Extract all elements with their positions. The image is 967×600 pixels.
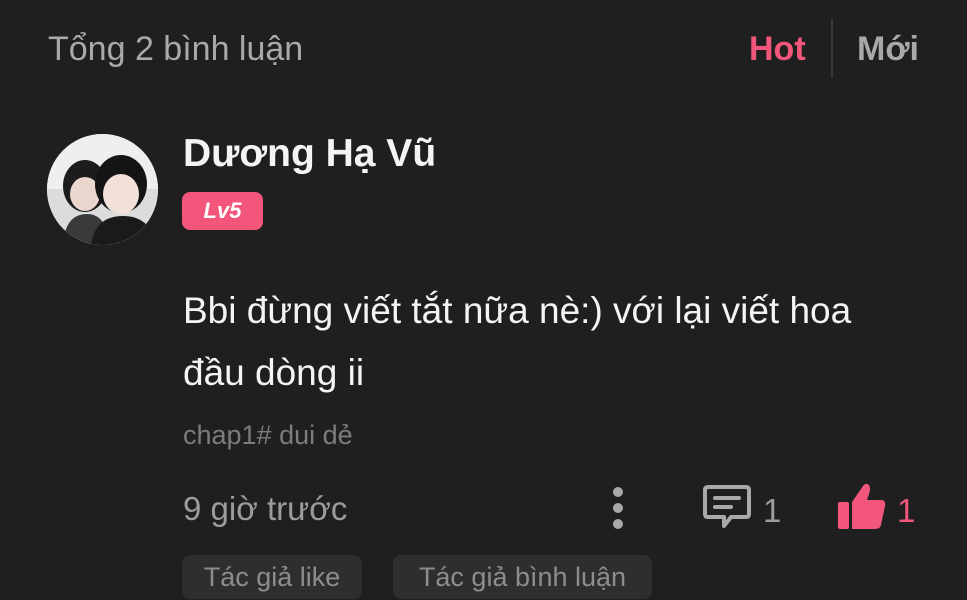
comment-body: Bbi đừng viết tắt nữa nè:) với lại viết … <box>183 290 852 393</box>
comment-username[interactable]: Dương Hạ Vũ <box>183 132 436 176</box>
comments-header: Tổng 2 bình luận Hot Mới <box>0 0 967 102</box>
reply-count: 1 <box>763 492 782 529</box>
sort-new-tab[interactable]: Mới <box>857 30 919 69</box>
avatar-image <box>47 134 158 245</box>
comment-timestamp: 9 giờ trước <box>183 490 348 527</box>
comment-section: Tổng 2 bình luận Hot Mới Dương Hạ Vũ Lv5… <box>0 0 967 600</box>
more-vertical-icon[interactable] <box>600 484 636 532</box>
avatar[interactable] <box>47 134 158 245</box>
total-comments-label: Tổng 2 bình luận <box>48 30 304 68</box>
comment-bubble-icon[interactable] <box>702 483 752 531</box>
level-badge: Lv5 <box>182 192 263 230</box>
sort-divider <box>831 20 833 78</box>
like-count: 1 <box>897 492 916 529</box>
author-liked-badge: Tác giả like <box>182 555 362 599</box>
sort-hot-tab[interactable]: Hot <box>749 30 806 69</box>
author-commented-badge: Tác giả bình luận <box>393 555 652 599</box>
thumbs-up-icon[interactable] <box>836 480 888 532</box>
chapter-tag[interactable]: chap1# dui dẻ <box>183 420 353 451</box>
